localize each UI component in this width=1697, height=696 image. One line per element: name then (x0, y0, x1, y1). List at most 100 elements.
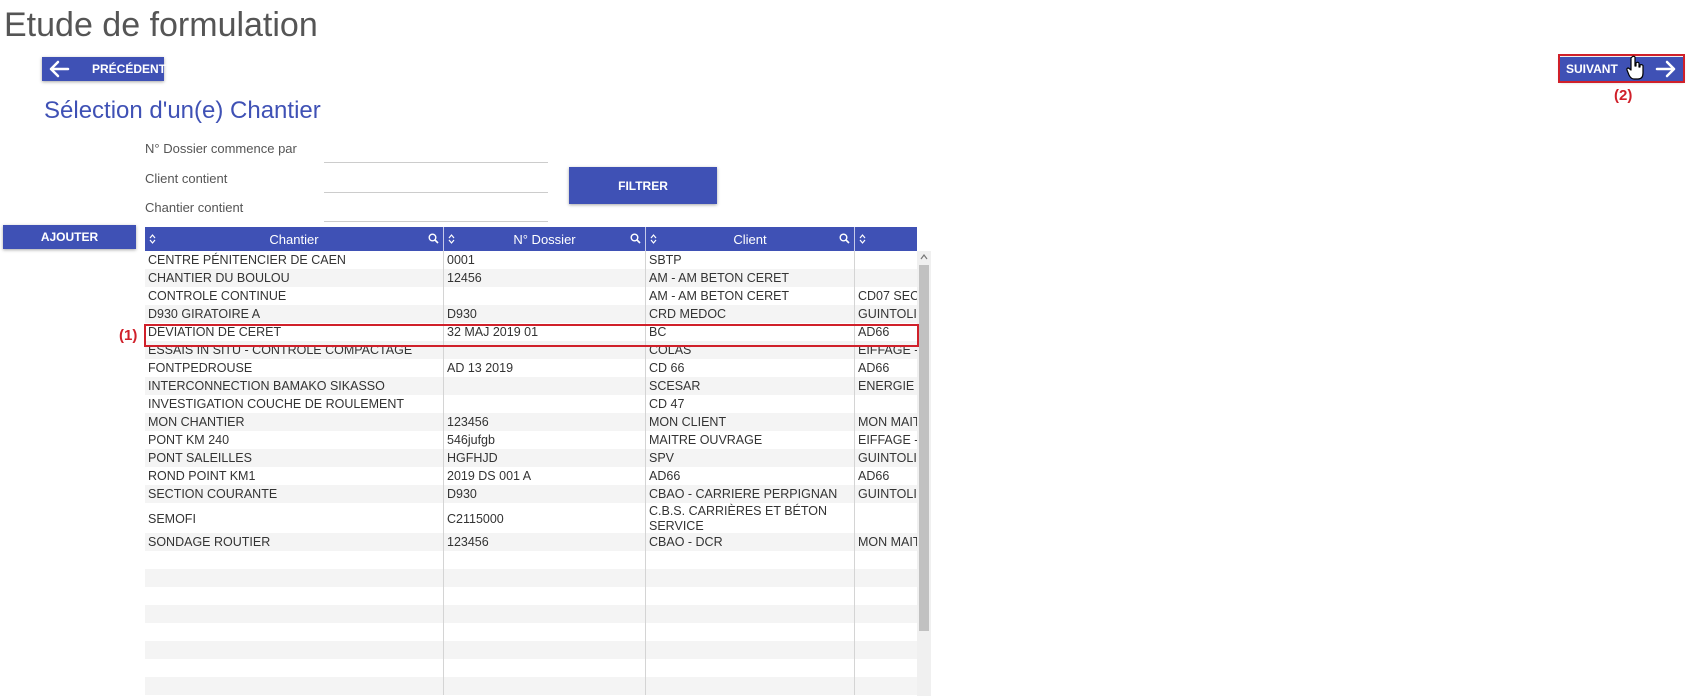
search-icon[interactable] (839, 233, 850, 244)
table-row[interactable]: MON CHANTIER 123456 MON CLIENT MON MAIT (145, 413, 917, 431)
table-cell: INVESTIGATION COUCHE DE ROULEMENT (145, 395, 444, 413)
page-title: Etude de formulation (4, 6, 318, 44)
table-cell: 0001 (444, 251, 646, 269)
table-cell (855, 641, 917, 659)
empty-table-row[interactable] (145, 587, 917, 605)
sort-icon[interactable] (859, 233, 866, 245)
search-icon[interactable] (630, 233, 641, 244)
table-cell: MAITRE OUVRAGE (646, 431, 855, 449)
section-title: Sélection d'un(e) Chantier (44, 97, 321, 124)
table-cell (145, 677, 444, 695)
add-button[interactable]: AJOUTER (3, 225, 136, 249)
table-row[interactable]: ROND POINT KM1 2019 DS 001 A AD66 AD66 (145, 467, 917, 485)
selected-row-highlight (144, 324, 919, 347)
dossier-filter-input[interactable] (324, 140, 548, 163)
table-cell (855, 395, 917, 413)
chantier-filter-input[interactable] (324, 199, 548, 222)
table-cell (444, 377, 646, 395)
empty-table-row[interactable] (145, 641, 917, 659)
table-cell (646, 677, 855, 695)
table-cell (444, 587, 646, 605)
table-cell: PONT SALEILLES (145, 449, 444, 467)
table-row[interactable]: INTERCONNECTION BAMAKO SIKASSO SCESAR ENER… (145, 377, 917, 395)
scroll-up-icon[interactable] (920, 254, 928, 260)
table-cell (444, 605, 646, 623)
header-chantier[interactable]: Chantier (145, 227, 444, 251)
table-cell: 12456 (444, 269, 646, 287)
empty-table-row[interactable] (145, 623, 917, 641)
table-row[interactable]: INVESTIGATION COUCHE DE ROULEMENT CD 47 (145, 395, 917, 413)
table-cell (855, 587, 917, 605)
table-cell: CHANTIER DU BOULOU (145, 269, 444, 287)
table-cell: CD 47 (646, 395, 855, 413)
empty-table-row[interactable] (145, 659, 917, 677)
dossier-filter-label: N° Dossier commence par (145, 141, 297, 156)
grid-scrollbar[interactable] (917, 251, 931, 696)
table-cell (444, 623, 646, 641)
table-cell: 546jufgb (444, 431, 646, 449)
table-cell (855, 677, 917, 695)
header-chantier-label: Chantier (269, 232, 319, 247)
table-cell: D930 (444, 305, 646, 323)
chantier-filter-label: Chantier contient (145, 200, 244, 215)
scroll-thumb[interactable] (919, 265, 929, 631)
table-cell (855, 569, 917, 587)
header-client-label: Client (733, 232, 767, 247)
table-cell: D930 GIRATOIRE A (145, 305, 444, 323)
table-cell (145, 659, 444, 677)
next-button-marker: (2) (1614, 87, 1633, 104)
table-row[interactable]: PONT SALEILLESHGFHJDSPVGUINTOLI - (145, 449, 917, 467)
table-cell: 123456 (444, 533, 646, 551)
table-cell: HGFHJD (444, 449, 646, 467)
table-cell (646, 551, 855, 569)
table-cell: SECTION COURANTE (145, 485, 444, 503)
table-row[interactable]: SECTION COURANTE D930 CBAO - CARRIERE PERP… (145, 485, 917, 503)
table-row[interactable]: SEMOFI C2115000 C.B.S. CARRIÈRES ET BÉTON … (145, 503, 917, 533)
header-dossier[interactable]: N° Dossier (444, 227, 646, 251)
client-filter-input[interactable] (324, 170, 548, 193)
client-filter-label: Client contient (145, 171, 228, 186)
table-cell: SONDAGE ROUTIER (145, 533, 444, 551)
header-client[interactable]: Client (646, 227, 855, 251)
table-row[interactable]: D930 GIRATOIRE AD930CRD MEDOCGUINTOLI - (145, 305, 917, 323)
hand-cursor-icon (1626, 55, 1644, 80)
table-cell: AD66 (646, 467, 855, 485)
table-cell (855, 605, 917, 623)
table-cell: ENERGIE D (858, 379, 917, 393)
table-cell: MON MAIT (858, 415, 917, 429)
selected-row-marker: (1) (119, 327, 138, 344)
table-row[interactable]: FONTPEDROUSE AD 13 2019 CD 66 AD66 (145, 359, 917, 377)
table-cell (444, 641, 646, 659)
table-cell: EIFFAGE - F (858, 433, 917, 447)
table-cell: SCESAR (646, 377, 855, 395)
table-row[interactable]: CENTRE PÉNITENCIER DE CAEN 0001 SBTP (145, 251, 917, 269)
table-cell: MON MAIT (858, 535, 917, 549)
table-cell (444, 677, 646, 695)
previous-button[interactable]: PRÉCÉDENT (42, 57, 167, 81)
empty-table-row[interactable] (145, 605, 917, 623)
table-cell: D930 (444, 485, 646, 503)
header-extra[interactable] (855, 227, 917, 251)
grid-body: CENTRE PÉNITENCIER DE CAEN 0001 SBTP CHANTI… (145, 251, 917, 696)
empty-table-row[interactable] (145, 551, 917, 569)
table-cell: CONTROLE CONTINUE (145, 287, 444, 305)
filter-button[interactable]: FILTRER (569, 167, 717, 204)
table-cell (646, 641, 855, 659)
table-cell (855, 269, 917, 287)
table-row[interactable]: PONT KM 240 546jufgb MAITRE OUVRAGE EIFFAGE… (145, 431, 917, 449)
table-cell: CRD MEDOC (646, 305, 855, 323)
table-cell: GUINTOLI - (858, 307, 917, 321)
table-row[interactable]: CONTROLE CONTINUE AM - AM BETON CERET CD07… (145, 287, 917, 305)
table-row[interactable]: SONDAGE ROUTIER 123456 CBAO - DCR MON MAIT (145, 533, 917, 551)
table-cell: 2019 DS 001 A (444, 467, 646, 485)
previous-button-label: PRÉCÉDENT (92, 62, 167, 76)
table-row[interactable]: CHANTIER DU BOULOU 12456 AM - AM BETON CER… (145, 269, 917, 287)
empty-table-row[interactable] (145, 677, 917, 695)
table-cell: CD07 SECT (858, 289, 917, 303)
table-cell: INTERCONNECTION BAMAKO SIKASSO (145, 377, 444, 395)
empty-table-row[interactable] (145, 569, 917, 587)
table-cell: MON CLIENT (646, 413, 855, 431)
table-cell (646, 659, 855, 677)
search-icon[interactable] (428, 233, 439, 244)
table-cell: CENTRE PÉNITENCIER DE CAEN (145, 251, 444, 269)
